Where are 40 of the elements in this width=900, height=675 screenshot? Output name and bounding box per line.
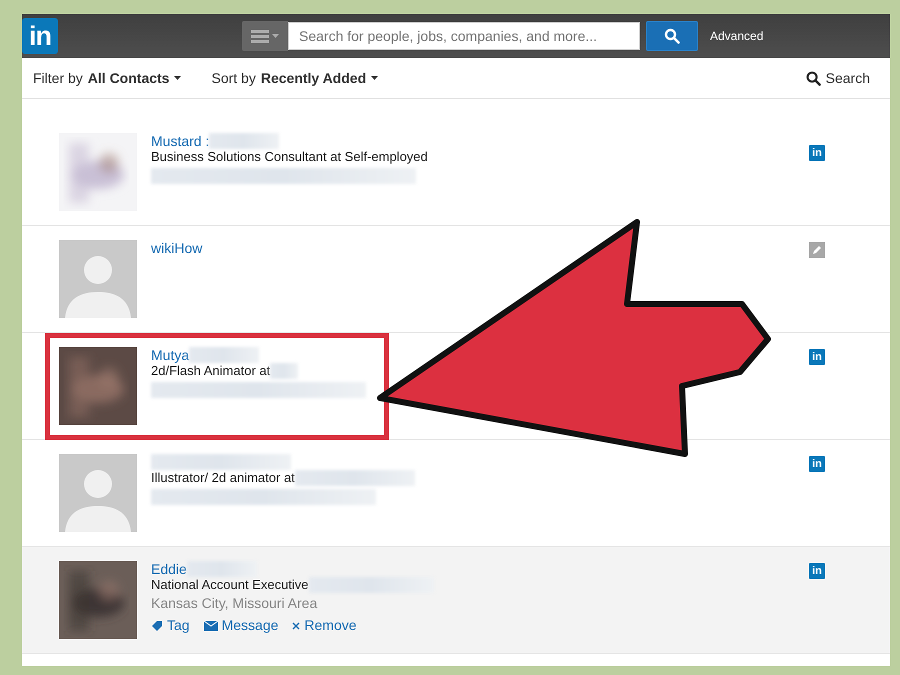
avatar-placeholder-icon (59, 454, 137, 532)
search-button[interactable]: Search (800, 69, 876, 87)
blurred-text (189, 347, 260, 363)
avatar-placeholder-icon (59, 240, 137, 318)
linkedin-badge[interactable]: in (809, 349, 825, 365)
tag-icon (151, 620, 163, 632)
contact-row[interactable]: Eddie National Account Executive Kansas City, Missouri Area Tag Message Remove in (22, 547, 890, 654)
blurred-text (270, 363, 298, 379)
edit-icon[interactable] (809, 242, 825, 258)
contact-location: Kansas City, Missouri Area (151, 595, 318, 611)
contact-name[interactable]: wikiHow (151, 240, 202, 256)
contact-headline: Business Solutions Consultant at Self-employed (151, 149, 428, 165)
contact-name[interactable]: Mustard : (151, 133, 210, 149)
contact-headline: 2d/Flash Animator at (151, 363, 270, 379)
contact-name[interactable]: Mutya (151, 347, 190, 363)
advanced-link[interactable]: Advanced (710, 29, 764, 43)
contact-name[interactable]: Eddie (151, 561, 187, 577)
caret-icon (272, 34, 279, 38)
menu-icon (251, 29, 269, 43)
sort-dropdown[interactable]: Sort by Recently Added (211, 70, 378, 86)
search-field[interactable]: Search for people, jobs, companies, and more... (288, 22, 640, 50)
tag-link[interactable]: Tag (151, 617, 190, 634)
contact-headline: Illustrator/ 2d animator at (151, 470, 295, 486)
caret-icon (174, 76, 182, 80)
message-link[interactable]: Message (204, 617, 278, 634)
search-button[interactable] (646, 21, 698, 51)
linkedin-badge[interactable]: in (809, 456, 825, 472)
blurred-text (209, 133, 280, 149)
caret-icon (371, 76, 378, 80)
filter-dropdown[interactable]: Filter by All Contacts (33, 70, 182, 86)
contact-headline: National Account Executive (151, 577, 309, 593)
menu-button[interactable] (242, 21, 288, 51)
envelope-icon (204, 620, 218, 630)
linkedin-badge[interactable]: in (809, 145, 825, 161)
search-icon (806, 70, 821, 86)
remove-link[interactable]: Remove (292, 617, 357, 634)
linkedin-badge[interactable]: in (809, 563, 825, 579)
search-icon (664, 28, 680, 44)
logo[interactable]: in (22, 18, 58, 54)
close-icon (292, 622, 300, 630)
